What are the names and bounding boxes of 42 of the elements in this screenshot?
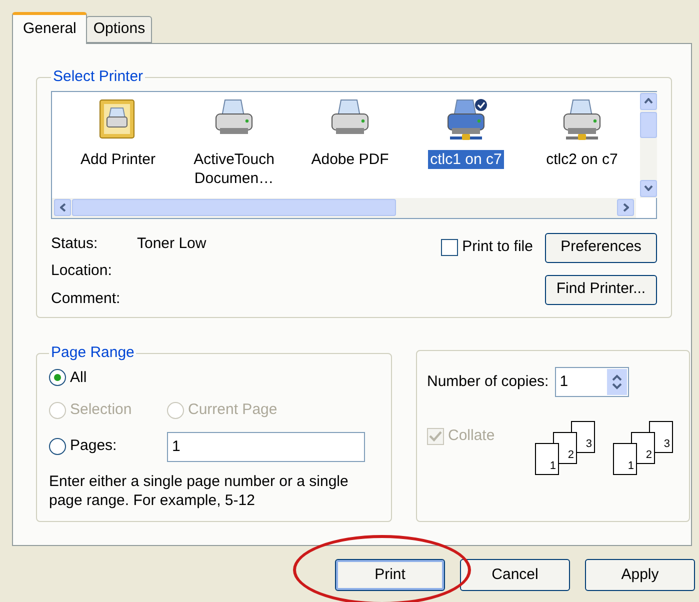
scroll-right-icon[interactable]: [617, 199, 634, 216]
checkbox[interactable]: [441, 239, 458, 256]
scroll-thumb[interactable]: [640, 112, 657, 138]
group-title: Page Range: [50, 343, 136, 363]
copies-spinner[interactable]: 1: [554, 367, 629, 397]
printer-item[interactable]: ctlc2 on c7: [524, 98, 640, 198]
group-title: Select Printer: [52, 67, 144, 87]
printer-item[interactable]: Add Printer: [60, 98, 176, 198]
preferences-button[interactable]: Preferences: [545, 232, 657, 262]
scroll-up-icon[interactable]: [640, 92, 657, 110]
vertical-scrollbar[interactable]: [640, 92, 657, 198]
dialog-button[interactable]: Apply: [585, 559, 695, 591]
tab[interactable]: Options: [86, 16, 152, 43]
dialog-button[interactable]: Print: [335, 559, 445, 591]
info-label: Location:: [51, 261, 113, 281]
find-printer-button[interactable]: Find Printer...: [545, 274, 657, 304]
info-value: Toner Low: [137, 234, 206, 254]
scroll-thumb[interactable]: [72, 199, 396, 216]
radio-label: Selection: [70, 400, 132, 420]
printer-item[interactable]: ActiveTouch Documen…: [176, 98, 292, 198]
radio-label: Pages:: [70, 436, 117, 456]
horizontal-scrollbar[interactable]: [52, 198, 636, 218]
collate-pages-drawing: 1 2 3: [535, 421, 601, 475]
printer-item[interactable]: Adobe PDF: [292, 98, 408, 198]
tab[interactable]: General: [12, 12, 88, 44]
scroll-left-icon[interactable]: [54, 199, 71, 216]
dialog-button[interactable]: Cancel: [460, 559, 570, 591]
radio-label: Current Page: [188, 400, 278, 420]
radio-button[interactable]: [49, 438, 66, 455]
radio-button[interactable]: [49, 369, 66, 386]
checkbox-label: Print to file: [462, 237, 533, 258]
collate-pages-drawing: 1 2 3: [613, 421, 679, 475]
scroll-down-icon[interactable]: [640, 180, 657, 196]
checkbox-label: Collate: [448, 426, 495, 446]
radio-label: All: [70, 368, 87, 388]
hint-text: Enter either a single page number or a single page range. For example, 5-12: [49, 472, 350, 510]
printer-item[interactable]: ctlc1 on c7: [408, 98, 524, 198]
spinner-arrows-icon[interactable]: [606, 369, 627, 395]
copies-label: Number of copies:: [427, 372, 549, 392]
info-label: Comment:: [51, 288, 122, 308]
info-label: Status:: [51, 234, 99, 254]
pages-field[interactable]: 1: [167, 432, 365, 462]
